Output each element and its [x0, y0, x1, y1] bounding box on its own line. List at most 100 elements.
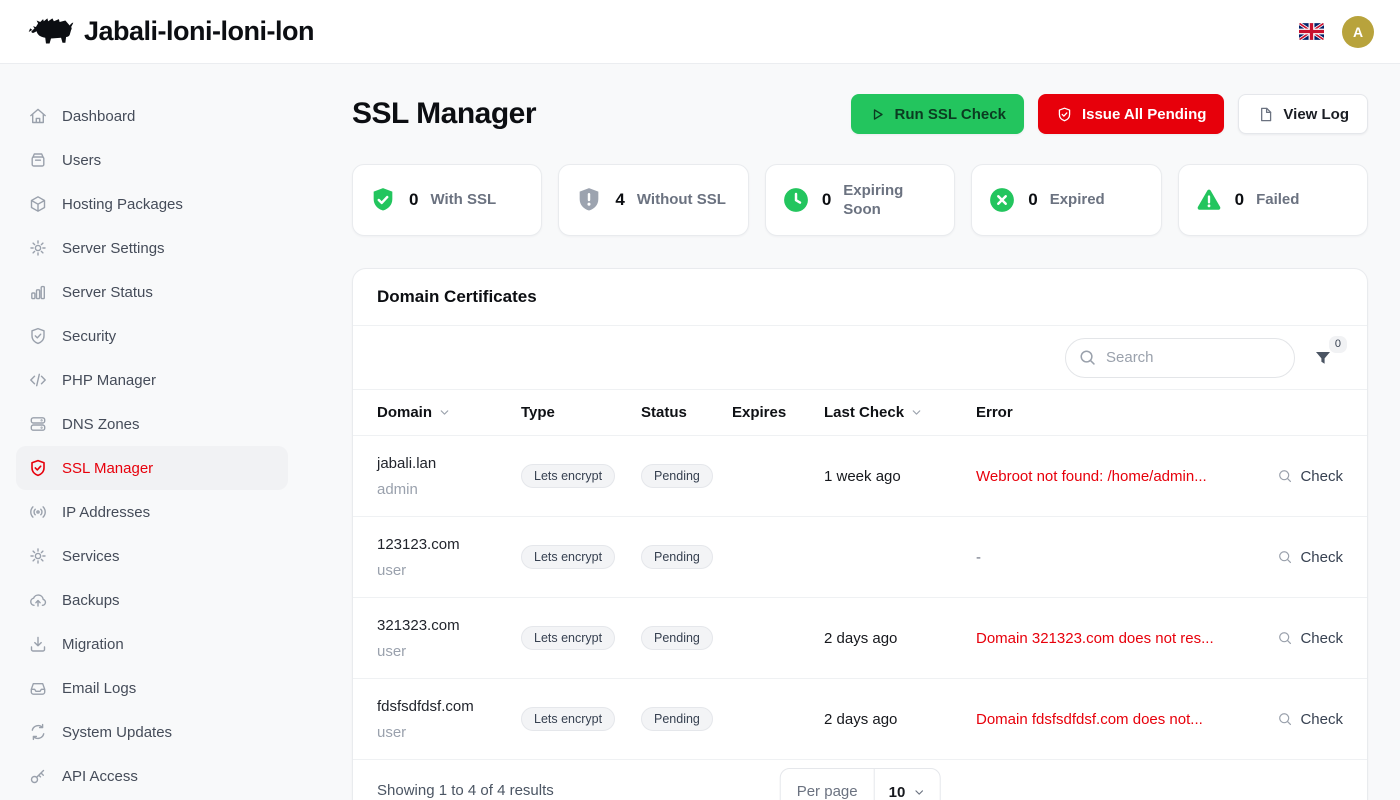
sidebar-item-backups[interactable]: Backups [16, 578, 288, 622]
column-header-error: Error [976, 404, 1233, 421]
home-icon [28, 106, 48, 126]
stat-value: 0 [1028, 190, 1037, 210]
column-label: Status [641, 404, 687, 421]
sidebar-item-label: Migration [62, 636, 124, 653]
chevron-down-icon [910, 406, 923, 419]
check-button[interactable]: Check [1277, 711, 1343, 728]
stat-card-failed: 0 Failed [1178, 164, 1368, 236]
table-row: 321323.com user Lets encrypt Pending 2 d… [353, 598, 1367, 679]
view-log-label: View Log [1283, 106, 1349, 123]
sidebar-item-api-access[interactable]: API Access [16, 754, 288, 798]
sidebar-item-label: Server Status [62, 284, 153, 301]
last-check-cell: 1 week ago [824, 468, 976, 485]
sidebar-item-ip-addresses[interactable]: IP Addresses [16, 490, 288, 534]
status-badge: Pending [641, 464, 713, 488]
table-header: Domain Type Status Expires Last Check [353, 390, 1367, 436]
sidebar-item-label: IP Addresses [62, 504, 150, 521]
table-row: jabali.lan admin Lets encrypt Pending 1 … [353, 436, 1367, 517]
domain-name: jabali.lan [377, 455, 521, 472]
stat-card-expiring-soon: 0 Expiring Soon [765, 164, 955, 236]
check-button-label: Check [1300, 630, 1343, 647]
check-button[interactable]: Check [1277, 630, 1343, 647]
per-page-value: 10 [889, 784, 906, 800]
sidebar-item-services[interactable]: Services [16, 534, 288, 578]
stat-label: Without SSL [637, 190, 726, 210]
sidebar-item-security[interactable]: Security [16, 314, 288, 358]
chevron-down-icon [438, 406, 451, 419]
stat-label: Failed [1256, 190, 1299, 210]
filter-count-badge: 0 [1329, 336, 1347, 353]
domain-cell: 321323.com user [377, 617, 521, 660]
sidebar-item-label: DNS Zones [62, 416, 140, 433]
check-button[interactable]: Check [1277, 468, 1343, 485]
run-ssl-check-button[interactable]: Run SSL Check [851, 94, 1024, 134]
status-badge: Pending [641, 626, 713, 650]
shield-check-icon [1056, 106, 1073, 123]
sidebar-item-label: System Updates [62, 724, 172, 741]
sidebar-item-server-settings[interactable]: Server Settings [16, 226, 288, 270]
search-input[interactable] [1065, 338, 1295, 378]
code-icon [28, 370, 48, 390]
column-label: Type [521, 404, 555, 421]
page-title: SSL Manager [352, 97, 536, 131]
sidebar-item-dashboard[interactable]: Dashboard [16, 94, 288, 138]
domain-owner: user [377, 643, 521, 660]
sidebar-item-hosting-packages[interactable]: Hosting Packages [16, 182, 288, 226]
chevron-down-icon [912, 786, 925, 799]
sidebar-item-php-manager[interactable]: PHP Manager [16, 358, 288, 402]
status-cell: Pending [641, 707, 732, 731]
column-label: Error [976, 404, 1013, 421]
column-header-expires: Expires [732, 404, 824, 421]
search-box [1065, 338, 1295, 378]
check-button[interactable]: Check [1277, 549, 1343, 566]
view-log-button[interactable]: View Log [1238, 94, 1368, 134]
error-message: Webroot not found: /home/admin... [976, 468, 1233, 485]
domain-name: 321323.com [377, 617, 521, 634]
bar-chart-icon [28, 282, 48, 302]
stat-value: 0 [409, 190, 418, 210]
shield-check-icon [28, 458, 48, 478]
sidebar-item-label: Services [62, 548, 120, 565]
domain-cell: fdsfsdfdsf.com user [377, 698, 521, 741]
user-avatar[interactable]: A [1342, 16, 1374, 48]
issue-all-pending-button[interactable]: Issue All Pending [1038, 94, 1224, 134]
sidebar-item-users[interactable]: Users [16, 138, 288, 182]
type-cell: Lets encrypt [521, 626, 641, 650]
download-tray-icon [28, 634, 48, 654]
sidebar-item-migration[interactable]: Migration [16, 622, 288, 666]
column-header-last-check[interactable]: Last Check [824, 404, 976, 421]
language-selector[interactable] [1299, 23, 1324, 40]
sidebar-item-dns-zones[interactable]: DNS Zones [16, 402, 288, 446]
type-cell: Lets encrypt [521, 707, 641, 731]
column-header-status: Status [641, 404, 732, 421]
stat-value: 4 [615, 190, 624, 210]
type-cell: Lets encrypt [521, 464, 641, 488]
status-badge: Pending [641, 545, 713, 569]
sidebar-item-label: SSL Manager [62, 460, 153, 477]
warning-triangle-icon [1195, 186, 1223, 214]
error-message: Domain fdsfsdfdsf.com does not... [976, 711, 1233, 728]
per-page-select[interactable]: 10 [875, 784, 940, 800]
per-page-control[interactable]: Per page 10 [780, 768, 941, 800]
sidebar-item-email-logs[interactable]: Email Logs [16, 666, 288, 710]
stat-value: 0 [1235, 190, 1244, 210]
last-check-cell: 2 days ago [824, 630, 976, 647]
filter-button[interactable]: 0 [1313, 348, 1333, 368]
issue-all-pending-label: Issue All Pending [1082, 106, 1206, 123]
sidebar-item-ssl-manager[interactable]: SSL Manager [16, 446, 288, 490]
stat-label: With SSL [430, 190, 496, 210]
key-icon [28, 766, 48, 786]
column-header-domain[interactable]: Domain [377, 404, 521, 421]
stat-card-with-ssl: 0 With SSL [352, 164, 542, 236]
cube-icon [28, 194, 48, 214]
domain-owner: user [377, 724, 521, 741]
results-summary: Showing 1 to 4 of 4 results [377, 782, 554, 799]
column-label: Domain [377, 404, 432, 421]
sidebar-item-server-status[interactable]: Server Status [16, 270, 288, 314]
magnifier-icon [1277, 630, 1293, 646]
table-footer: Showing 1 to 4 of 4 results Per page 10 [353, 760, 1367, 800]
column-label: Expires [732, 404, 786, 421]
domain-owner: user [377, 562, 521, 579]
sidebar-item-system-updates[interactable]: System Updates [16, 710, 288, 754]
domain-cell: jabali.lan admin [377, 455, 521, 498]
